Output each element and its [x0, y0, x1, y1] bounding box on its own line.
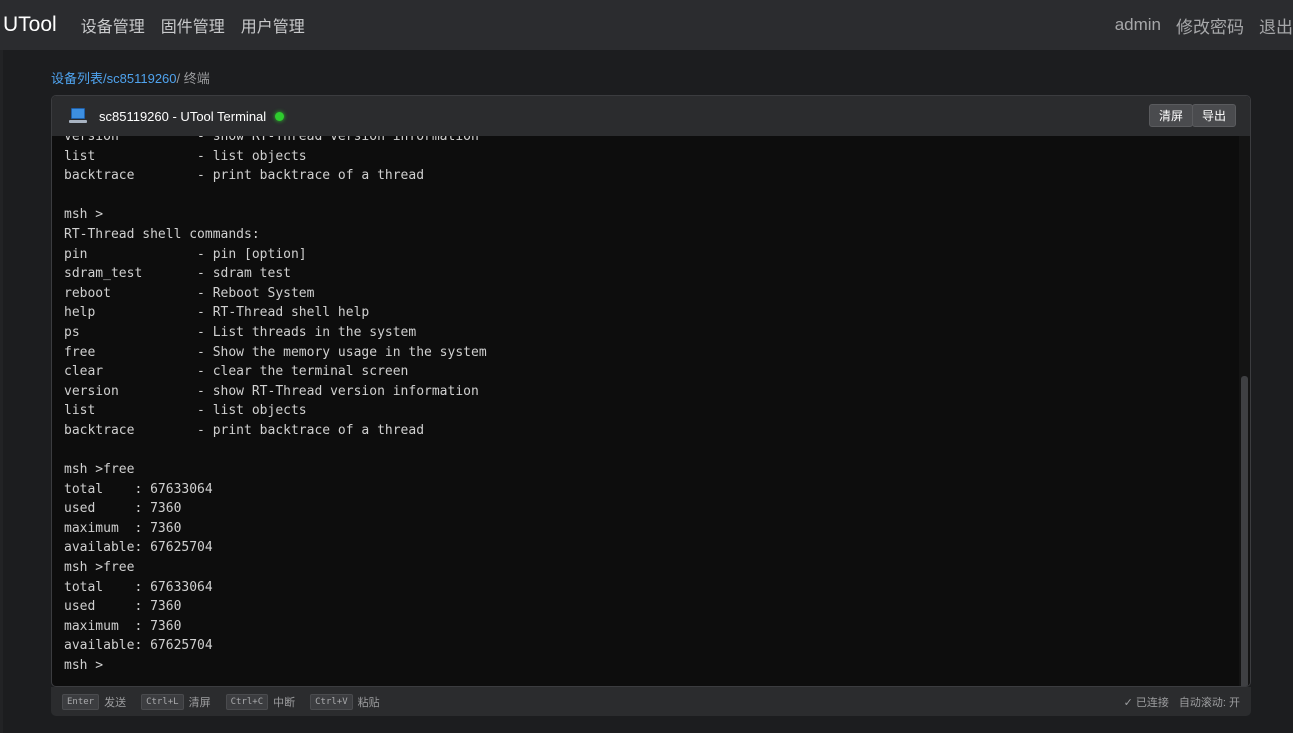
terminal-line: list - list objects [64, 403, 307, 419]
brand-logo[interactable]: UTool [3, 13, 57, 37]
terminal-line: total : 67633064 [64, 579, 213, 595]
hint-ctrl-v: Ctrl+V 粘贴 [310, 693, 380, 710]
terminal-line: reboot - Reboot System [64, 285, 315, 301]
hint-label: 清屏 [188, 696, 211, 709]
terminal-line: used : 7360 [64, 501, 182, 517]
hint-label: 粘贴 [357, 696, 380, 709]
terminal-line: pin - pin [option] [64, 246, 307, 262]
terminal-footer: Enter 发送 Ctrl+L 清屏 Ctrl+C 中断 Ctrl+V 粘贴 ✓… [51, 687, 1251, 716]
terminal-line: RT-Thread shell commands: [64, 226, 260, 242]
enter-key: Enter [62, 693, 100, 710]
terminal-panel: sc85119260 - UTool Terminal 清屏 导出 versio… [51, 95, 1251, 687]
hint-label: 中断 [273, 696, 296, 709]
ctrl-c-key: Ctrl+C [225, 693, 269, 710]
terminal-line: available: 67625704 [64, 540, 213, 556]
terminal-header: sc85119260 - UTool Terminal 清屏 导出 [52, 96, 1250, 136]
terminal-output[interactable]: version - show RT-Thread version informa… [52, 136, 1240, 686]
terminal-line: msh >free [64, 560, 135, 576]
terminal-lines: version - show RT-Thread version informa… [64, 136, 487, 676]
laptop-icon [69, 108, 87, 124]
breadcrumb-device[interactable]: sc85119260 [107, 71, 177, 86]
breadcrumb-current: 终端 [183, 71, 210, 86]
terminal-line: available: 67625704 [64, 638, 213, 654]
terminal-line: version - show RT-Thread version informa… [64, 136, 479, 144]
terminal-line: maximum : 7360 [64, 520, 182, 536]
breadcrumb: 设备列表/sc85119260/ 终端 [51, 68, 210, 87]
export-button[interactable]: 导出 [1191, 104, 1236, 127]
nav-device-management[interactable]: 设备管理 [81, 13, 145, 37]
breadcrumb-separator: / [176, 71, 184, 86]
terminal-line: maximum : 7360 [64, 618, 182, 634]
terminal-line: msh > [64, 207, 104, 223]
terminal-line: ps - List threads in the system [64, 324, 417, 340]
main-content: 设备列表/sc85119260/ 终端 sc85119260 - UTool T… [3, 50, 1293, 733]
terminal-line: list - list objects [64, 148, 307, 164]
ctrl-l-key: Ctrl+L [141, 693, 184, 710]
hint-ctrl-c: Ctrl+C 中断 [225, 693, 296, 710]
terminal-line: backtrace - print backtrace of a thread [64, 168, 425, 184]
breadcrumb-device-list[interactable]: 设备列表 [51, 71, 103, 86]
nav-user-management[interactable]: 用户管理 [241, 13, 305, 37]
scrollbar-thumb[interactable] [1241, 376, 1248, 686]
terminal-line: backtrace - print backtrace of a thread [64, 422, 425, 438]
terminal-line: sdram_test - sdram test [64, 266, 291, 282]
autoscroll-toggle[interactable]: 自动滚动: 开 [1179, 694, 1240, 710]
terminal-line: used : 7360 [64, 599, 182, 615]
terminal-line: clear - clear the terminal screen [64, 364, 409, 380]
nav-firmware-management[interactable]: 固件管理 [161, 13, 225, 37]
terminal-line: free - Show the memory usage in the syst… [64, 344, 487, 360]
terminal-line: msh > [64, 658, 104, 674]
current-user[interactable]: admin [1115, 15, 1161, 35]
footer-status: ✓ 已连接 自动滚动: 开 [1114, 687, 1240, 716]
change-password-link[interactable]: 修改密码 [1176, 13, 1244, 38]
logout-link[interactable]: 退出 [1259, 13, 1293, 38]
connection-status-dot [275, 111, 285, 121]
clear-screen-button[interactable]: 清屏 [1148, 104, 1193, 127]
user-menu: admin 修改密码 退出 [1100, 0, 1293, 50]
hint-label: 发送 [104, 696, 127, 709]
terminal-line: help - RT-Thread shell help [64, 305, 370, 321]
terminal-line: msh >free [64, 462, 135, 478]
hint-enter: Enter 发送 [62, 693, 127, 710]
hint-ctrl-l: Ctrl+L 清屏 [141, 693, 211, 710]
terminal-line: version - show RT-Thread version informa… [64, 383, 479, 399]
terminal-scrollbar[interactable] [1239, 136, 1250, 686]
ctrl-v-key: Ctrl+V [310, 693, 353, 710]
connection-status-text: ✓ 已连接 [1123, 696, 1169, 709]
top-navbar: UTool 设备管理 固件管理 用户管理 admin 修改密码 退出 [0, 0, 1293, 50]
terminal-title: sc85119260 - UTool Terminal [99, 108, 267, 124]
terminal-line: total : 67633064 [64, 481, 213, 497]
